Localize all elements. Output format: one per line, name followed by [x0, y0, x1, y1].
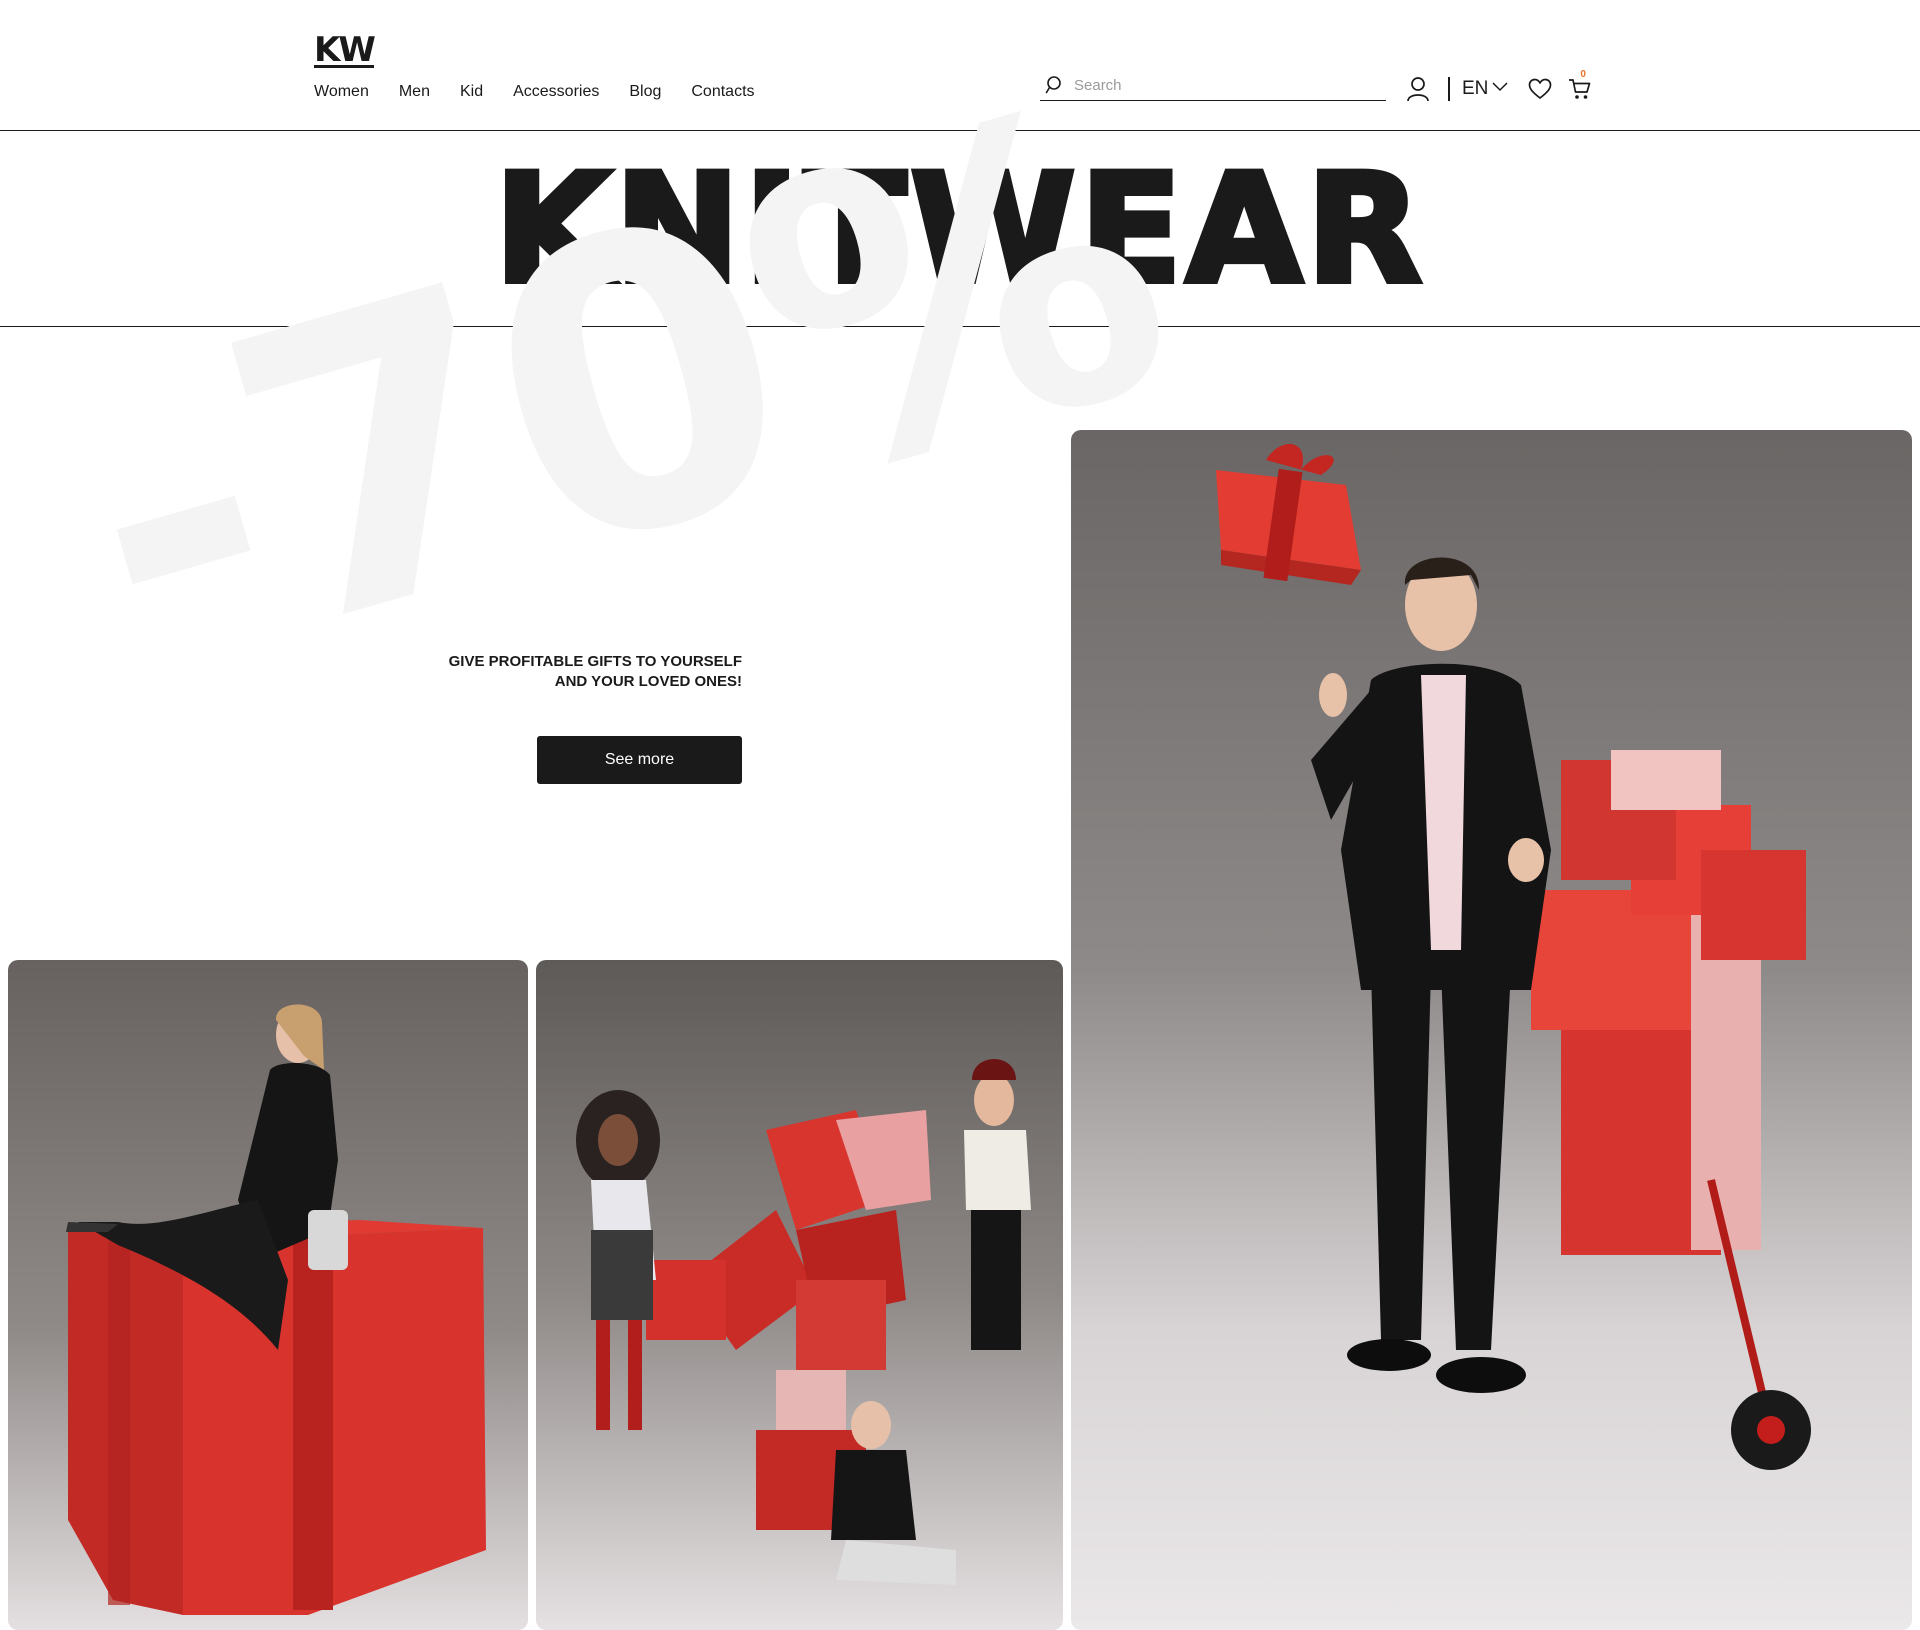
- nav-item-men[interactable]: Men: [399, 82, 430, 102]
- photo-woman-illustration: [8, 960, 528, 1630]
- hero-banner: KNITWEAR: [0, 131, 1920, 327]
- main-nav: Women Men Kid Accessories Blog Contacts: [314, 82, 755, 102]
- promo-text: GIVE PROFITABLE GIFTS TO YOURSELF AND YO…: [380, 652, 742, 692]
- language-label: EN: [1462, 78, 1489, 99]
- search-input[interactable]: [1074, 74, 1374, 96]
- photo-kids-illustration: [536, 960, 1063, 1630]
- nav-item-blog[interactable]: Blog: [629, 82, 661, 102]
- header-actions: EN 0: [1404, 69, 1594, 104]
- cart-count-badge: 0: [1580, 69, 1586, 80]
- nav-item-accessories[interactable]: Accessories: [513, 82, 599, 102]
- nav-item-contacts[interactable]: Contacts: [691, 82, 754, 102]
- nav-item-women[interactable]: Women: [314, 82, 369, 102]
- heart-icon[interactable]: [1526, 75, 1554, 103]
- hero-title: KNITWEAR: [491, 143, 1426, 317]
- promo-text-line1: GIVE PROFITABLE GIFTS TO YOURSELF: [448, 653, 742, 670]
- chevron-down-icon: [1492, 76, 1508, 98]
- photo-man-gifts[interactable]: [1071, 430, 1912, 1630]
- search-icon[interactable]: [1045, 75, 1065, 95]
- language-select[interactable]: EN: [1462, 78, 1508, 100]
- search-bar: [1040, 70, 1386, 101]
- photo-woman-gift-box[interactable]: [8, 960, 528, 1630]
- photo-man-illustration: [1071, 430, 1912, 1630]
- user-icon[interactable]: [1404, 75, 1432, 103]
- divider: [1448, 77, 1450, 101]
- promo-text-line2: AND YOUR LOVED ONES!: [554, 673, 742, 690]
- site-header: KW Women Men Kid Accessories Blog Contac…: [0, 0, 1920, 131]
- logo[interactable]: KW: [314, 30, 376, 70]
- cart-icon[interactable]: 0: [1566, 69, 1594, 103]
- see-more-button[interactable]: See more: [537, 736, 742, 784]
- nav-item-kid[interactable]: Kid: [460, 82, 483, 102]
- photo-kids-gifts[interactable]: [536, 960, 1063, 1630]
